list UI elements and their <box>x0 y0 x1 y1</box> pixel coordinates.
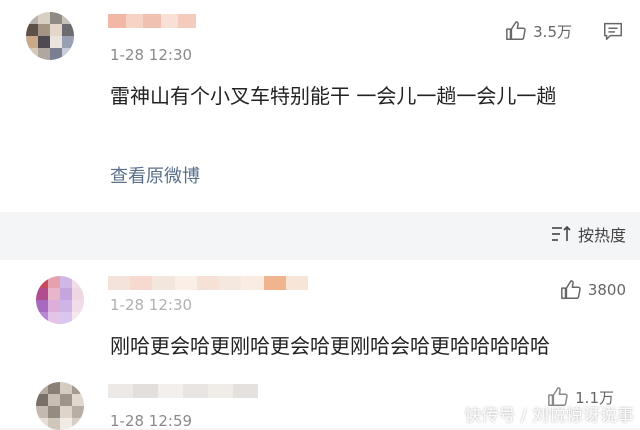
like-count: 3.5万 <box>533 22 572 41</box>
username-redacted[interactable] <box>108 276 308 290</box>
comment-card-1: 1-28 12:30 3.5万 雷神山有个小叉车特别能干 一会儿一趟一会儿一趟 … <box>0 0 640 212</box>
like-button[interactable]: 3.5万 <box>505 20 572 42</box>
like-count: 3800 <box>587 281 626 299</box>
comment-time: 1-28 12:30 <box>110 46 193 64</box>
view-original-link[interactable]: 查看原微博 <box>110 162 200 188</box>
avatar[interactable] <box>36 382 84 430</box>
reply-button[interactable] <box>602 20 624 46</box>
username-redacted[interactable] <box>108 14 196 28</box>
sort-label: 按热度 <box>577 226 626 245</box>
username-redacted[interactable] <box>108 384 258 398</box>
comment-time: 1-28 12:30 <box>110 296 193 314</box>
sort-bar: 按热度 <box>0 212 640 260</box>
avatar[interactable] <box>36 276 84 324</box>
comment-icon <box>604 22 622 40</box>
avatar[interactable] <box>26 12 74 60</box>
thumbs-up-icon <box>560 280 581 299</box>
comment-text: 刚哈更会哈更刚哈更会哈更刚哈会哈更哈哈哈哈哈 <box>110 334 550 358</box>
sort-button[interactable]: 按热度 <box>550 222 626 246</box>
comment-time: 1-28 12:59 <box>110 412 193 430</box>
sort-icon <box>551 225 571 241</box>
like-button[interactable]: 3800 <box>560 279 626 301</box>
thumbs-up-icon <box>506 21 526 40</box>
watermark: 快传号 / 刘悦惊讶说事 <box>464 406 634 426</box>
comment-text: 雷神山有个小叉车特别能干 一会儿一趟一会儿一趟 <box>110 84 557 108</box>
comment-card-2: 1-28 12:30 3800 刚哈更会哈更刚哈更会哈更刚哈会哈更哈哈哈哈哈 <box>0 260 640 370</box>
